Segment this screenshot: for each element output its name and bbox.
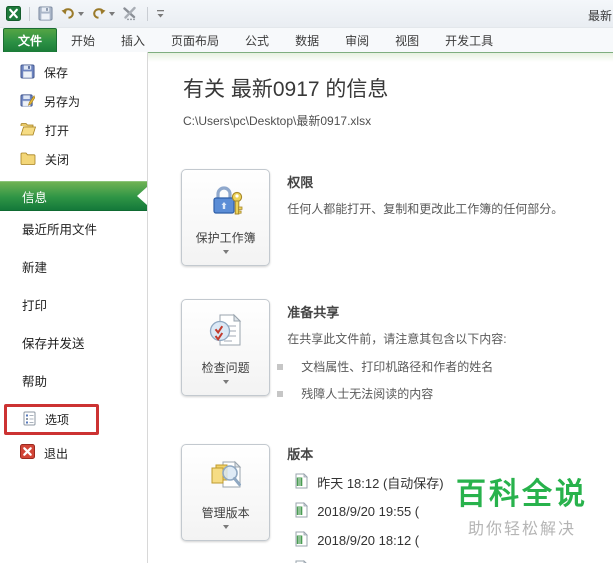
tab-home[interactable]: 开始: [59, 28, 107, 52]
sidebar-item-close[interactable]: 关闭: [0, 145, 147, 174]
tools-icon[interactable]: [120, 5, 141, 22]
permissions-text: 权限 任何人都能打开、复制和更改此工作簿的任何部分。: [287, 169, 613, 218]
tab-review[interactable]: 审阅: [333, 28, 381, 52]
watermark-title: 百科全说: [456, 478, 588, 511]
protect-workbook-button[interactable]: 保护工作簿: [181, 169, 271, 266]
button-label: 检查问题: [201, 360, 250, 375]
file-path: C:\Users\pc\Desktop\最新0917.xlsx: [183, 114, 372, 128]
bullet-text: 文档属性、打印机路径和作者的姓名: [301, 360, 494, 374]
sidebar-item-label: 关闭: [45, 153, 70, 167]
manage-versions-icon: [206, 457, 246, 500]
sidebar-item-open[interactable]: 打开: [0, 116, 147, 145]
ribbon-tab-bar: 文件 开始 插入 页面布局 公式 数据 审阅 视图 开发工具: [0, 28, 613, 52]
tab-formulas[interactable]: 公式: [233, 28, 281, 52]
bullet-item: 残障人士无法阅读的内容: [277, 385, 613, 402]
tab-insert[interactable]: 插入: [109, 28, 157, 52]
quick-access-toolbar: [4, 5, 167, 22]
version-label: 2018/9/20 18:12 (: [317, 533, 420, 548]
permissions-section: 保护工作簿 权限 任何人都能打开、复制和更改此工作簿的任何部分。: [181, 169, 613, 266]
version-label: 昨天 18:12 (自动保存): [317, 476, 444, 491]
backstage-view: 保存 另存为 打开 关闭 信息 最近所用文件 新建 打印 保存并发送 帮助 选项…: [0, 52, 613, 563]
qat-separator: [147, 6, 148, 21]
inspect-document-icon: [206, 312, 246, 355]
dropdown-caret: [222, 524, 229, 529]
sidebar-item-options[interactable]: 选项: [7, 407, 96, 432]
sidebar-item-label: 保存: [44, 66, 69, 80]
excel-logo-icon[interactable]: [4, 5, 23, 22]
button-label: 保护工作簿: [195, 230, 256, 245]
backstage-sidebar: 保存 另存为 打开 关闭 信息 最近所用文件 新建 打印 保存并发送 帮助 选项…: [0, 52, 148, 563]
tab-view[interactable]: 视图: [383, 28, 431, 52]
sidebar-item-label: 退出: [44, 446, 69, 461]
manage-versions-button[interactable]: 管理版本: [181, 444, 271, 541]
sidebar-item-print[interactable]: 打印: [0, 287, 147, 325]
excel-file-icon: [295, 502, 309, 521]
redo-button[interactable]: [89, 6, 117, 22]
sidebar-item-save-as[interactable]: 另存为: [0, 87, 147, 116]
section-heading: 权限: [287, 175, 314, 190]
tab-page-layout[interactable]: 页面布局: [159, 28, 231, 52]
prepare-sharing-section: 检查问题 准备共享 在共享此文件前，请注意其包含以下内容: 文档属性、打印机路径…: [181, 299, 613, 402]
page-title: 有关 最新0917 的信息: [183, 78, 389, 101]
bullet-square-icon: [277, 390, 284, 397]
selected-item-notch: [137, 187, 147, 205]
customize-qat-dropdown[interactable]: [154, 7, 167, 21]
exit-icon: [20, 444, 35, 462]
sharing-bullet-list: 文档属性、打印机路径和作者的姓名 残障人士无法阅读的内容: [277, 358, 613, 402]
info-pane: 有关 最新0917 的信息 C:\Users\pc\Desktop\最新0917…: [148, 52, 613, 563]
tab-data[interactable]: 数据: [283, 28, 331, 52]
version-item[interactable]: 2018/9/19 20:36 (自动保存): [287, 555, 613, 563]
prepare-sharing-text: 准备共享 在共享此文件前，请注意其包含以下内容: 文档属性、打印机路径和作者的姓…: [277, 299, 613, 402]
redo-dropdown-caret[interactable]: [109, 11, 115, 16]
closed-folder-icon: [20, 151, 36, 168]
save-floppy-icon: [20, 63, 35, 82]
section-heading: 版本: [287, 447, 314, 462]
excel-file-icon: [295, 531, 309, 550]
annotation-highlight-box: 选项: [4, 404, 99, 435]
window-title: 最新: [588, 9, 613, 23]
check-for-issues-button[interactable]: 检查问题: [181, 299, 271, 396]
titlebar: 最新: [0, 0, 613, 28]
save-icon[interactable]: [36, 5, 55, 22]
watermark: 百科全说 助你轻松解决: [448, 477, 594, 543]
sidebar-item-help[interactable]: 帮助: [0, 363, 147, 401]
sidebar-item-label: 打开: [45, 124, 70, 138]
sidebar-item-recent[interactable]: 最近所用文件: [0, 211, 147, 249]
watermark-subtitle: 助你轻松解决: [468, 520, 577, 538]
sidebar-item-label: 信息: [22, 190, 48, 205]
options-icon: [23, 411, 36, 429]
dropdown-caret: [222, 249, 229, 254]
save-as-icon: [20, 93, 36, 111]
sidebar-item-save-and-send[interactable]: 保存并发送: [0, 325, 147, 363]
section-heading: 准备共享: [287, 305, 340, 320]
sidebar-item-save[interactable]: 保存: [0, 58, 147, 87]
version-label: 2018/9/20 19:55 (: [317, 504, 420, 519]
section-body: 任何人都能打开、复制和更改此工作簿的任何部分。: [287, 202, 564, 216]
sidebar-item-exit[interactable]: 退出: [0, 438, 147, 468]
excel-backstage-window: 最新 文件 开始 插入 页面布局 公式 数据 审阅 视图 开发工具 保存 另存为…: [0, 0, 613, 563]
sidebar-item-info-selected[interactable]: 信息: [0, 181, 147, 211]
undo-button[interactable]: [58, 6, 86, 22]
open-folder-icon: [20, 122, 37, 139]
sidebar-item-label: 选项: [45, 413, 70, 427]
sidebar-item-new[interactable]: 新建: [0, 249, 147, 287]
undo-dropdown-caret[interactable]: [78, 11, 84, 16]
qat-separator: [29, 6, 30, 21]
section-body: 在共享此文件前，请注意其包含以下内容:: [287, 332, 507, 346]
bullet-square-icon: [277, 363, 284, 370]
bullet-text: 残障人士无法阅读的内容: [301, 387, 434, 401]
lock-key-icon: [206, 182, 246, 225]
dropdown-caret: [222, 379, 229, 384]
excel-file-icon: [295, 473, 309, 492]
tab-developer[interactable]: 开发工具: [433, 28, 505, 52]
button-label: 管理版本: [201, 505, 250, 520]
tab-file[interactable]: 文件: [3, 28, 57, 52]
sidebar-item-label: 另存为: [44, 95, 81, 109]
bullet-item: 文档属性、打印机路径和作者的姓名: [277, 358, 613, 375]
